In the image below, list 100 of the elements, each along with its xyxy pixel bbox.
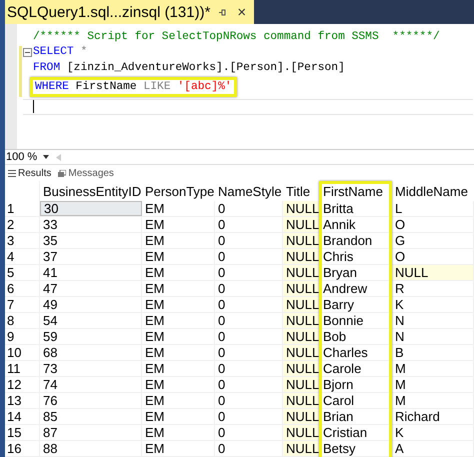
- column-header[interactable]: NameStyle: [215, 181, 283, 201]
- table-cell: EM: [142, 201, 215, 216]
- table-cell: N: [392, 329, 474, 344]
- dropdown-icon: [43, 155, 50, 159]
- collapse-icon[interactable]: [23, 48, 32, 57]
- table-cell: B: [392, 345, 474, 360]
- table-cell: M: [392, 361, 474, 376]
- table-cell: NULL: [283, 249, 320, 264]
- table-cell: Brian: [320, 409, 392, 424]
- table-cell: NULL: [283, 441, 320, 456]
- table-cell: 74: [40, 377, 142, 392]
- table-cell: 87: [40, 425, 142, 440]
- row-number: 7: [5, 297, 40, 312]
- change-bar: [19, 46, 22, 97]
- table-cell: Bob: [320, 329, 392, 344]
- column-header[interactable]: Title: [283, 181, 320, 201]
- row-number: 14: [5, 409, 40, 424]
- table-cell: EM: [142, 425, 215, 440]
- row-number: 13: [5, 393, 40, 408]
- column-header[interactable]: MiddleName: [392, 181, 474, 201]
- table-cell: NULL: [283, 425, 320, 440]
- row-number: 16: [5, 441, 40, 456]
- table-cell: K: [392, 297, 474, 312]
- document-tab[interactable]: SQLQuery1.sql...zinsql (131))* ×: [5, 0, 254, 24]
- result-tab[interactable]: Messages: [57, 168, 115, 178]
- column-header[interactable]: FirstName: [320, 181, 392, 201]
- table-cell: O: [392, 217, 474, 232]
- column-header[interactable]: PersonType: [142, 181, 215, 201]
- table-cell: 41: [40, 265, 142, 280]
- table-cell: Betsy: [320, 441, 392, 456]
- table-cell: NULL: [283, 393, 320, 408]
- table-cell: Richard: [392, 409, 474, 424]
- table-cell: NULL: [283, 313, 320, 328]
- table-cell: 35: [40, 233, 142, 248]
- table-cell: EM: [142, 409, 215, 424]
- table-cell: NULL: [283, 233, 320, 248]
- table-cell: NULL: [283, 217, 320, 232]
- table-cell: NULL: [283, 345, 320, 360]
- table-cell: EM: [142, 441, 215, 456]
- text-cursor: [33, 100, 34, 113]
- table-cell: NULL: [283, 377, 320, 392]
- table-cell: NULL: [283, 409, 320, 424]
- table-cell: NULL: [392, 265, 474, 280]
- table-cell: NULL: [283, 297, 320, 312]
- table-cell: EM: [142, 329, 215, 344]
- zoom-dropdown[interactable]: 100 %: [6, 151, 50, 163]
- table-cell: NULL: [283, 265, 320, 280]
- table-cell: Brandon: [320, 233, 392, 248]
- table-cell: 59: [40, 329, 142, 344]
- table-cell: EM: [142, 281, 215, 296]
- row-number: 12: [5, 377, 40, 392]
- table-cell: 30: [40, 201, 142, 216]
- table-cell: Carole: [320, 361, 392, 376]
- table-cell: 76: [40, 393, 142, 408]
- messages-icon: [58, 170, 66, 176]
- column-header[interactable]: BusinessEntityID: [40, 181, 142, 201]
- table-cell: 73: [40, 361, 142, 376]
- row-number: 11: [5, 361, 40, 376]
- table-cell: Barry: [320, 297, 392, 312]
- table-cell: EM: [142, 393, 215, 408]
- table-cell: Britta: [320, 201, 392, 216]
- table-cell: Bonnie: [320, 313, 392, 328]
- table-cell: Carol: [320, 393, 392, 408]
- result-tab[interactable]: Results: [7, 168, 52, 178]
- row-number: 9: [5, 329, 40, 344]
- table-cell: EM: [142, 265, 215, 280]
- table-cell: EM: [142, 345, 215, 360]
- code-line: FROM [zinzin_AdventureWorks].[Person].[Person]: [33, 62, 345, 74]
- table-cell: Cristian: [320, 425, 392, 440]
- table-cell: K: [392, 425, 474, 440]
- table-cell: 88: [40, 441, 142, 456]
- table-cell: A: [392, 441, 474, 456]
- table-cell: 54: [40, 313, 142, 328]
- table-cell: 49: [40, 297, 142, 312]
- table-cell: EM: [142, 361, 215, 376]
- row-number: 3: [5, 233, 40, 248]
- table-cell: M: [392, 393, 474, 408]
- table-cell: EM: [142, 249, 215, 264]
- close-button[interactable]: ×: [235, 4, 248, 20]
- row-number: 6: [5, 281, 40, 296]
- tab-title: SQLQuery1.sql...zinsql (131))*: [7, 4, 210, 20]
- table-cell: EM: [142, 313, 215, 328]
- table-cell: 85: [40, 409, 142, 424]
- row-number: 2: [5, 217, 40, 232]
- table-cell: Charles: [320, 345, 392, 360]
- table-cell: Chris: [320, 249, 392, 264]
- table-cell: L: [392, 201, 474, 216]
- table-cell: 33: [40, 217, 142, 232]
- row-number: 4: [5, 249, 40, 264]
- table-cell: EM: [142, 377, 215, 392]
- grid-icon: [8, 170, 16, 176]
- row-number: 15: [5, 425, 40, 440]
- table-cell: EM: [142, 217, 215, 232]
- row-number: 5: [5, 265, 40, 280]
- pin-icon[interactable]: [218, 8, 228, 16]
- table-cell: NULL: [283, 361, 320, 376]
- table-cell: 68: [40, 345, 142, 360]
- table-cell: NULL: [283, 201, 320, 216]
- table-cell: 37: [40, 249, 142, 264]
- table-cell: 47: [40, 281, 142, 296]
